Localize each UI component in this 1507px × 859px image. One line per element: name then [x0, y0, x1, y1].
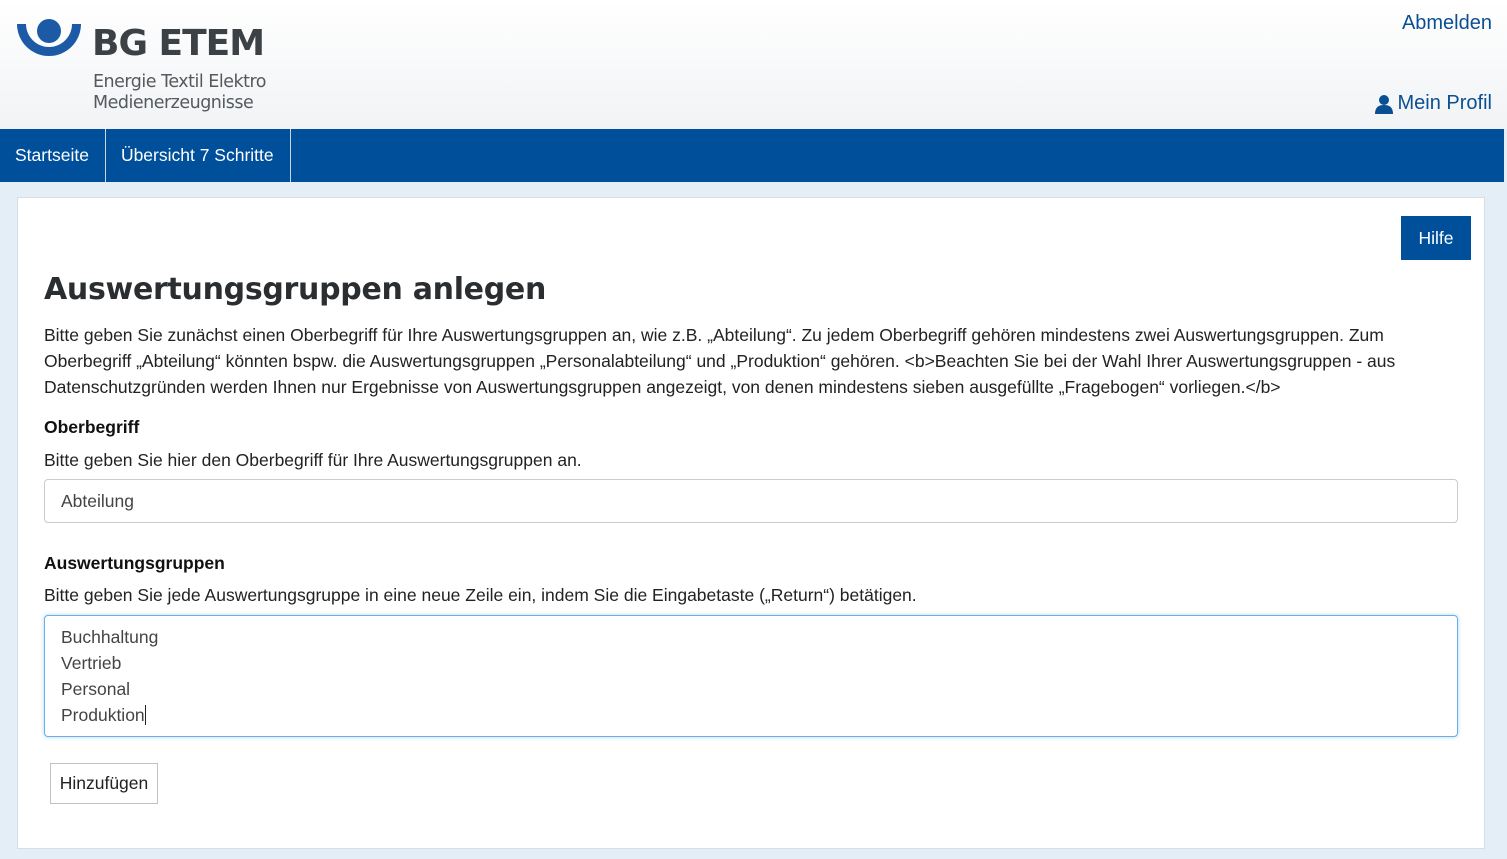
- oberbegriff-hint: Bitte geben Sie hier den Oberbegriff für…: [44, 450, 582, 470]
- logout-link[interactable]: Abmelden: [1402, 12, 1492, 35]
- user-icon: [1374, 94, 1393, 114]
- logo-name: BG ETEM: [92, 23, 265, 64]
- oberbegriff-input[interactable]: Abteilung: [44, 479, 1458, 523]
- text-caret: [144, 705, 146, 725]
- nav-item-uebersicht[interactable]: Übersicht 7 Schritte: [106, 129, 291, 182]
- logo-mark-icon: [17, 19, 81, 56]
- textarea-line: Buchhaltung: [61, 627, 159, 647]
- main-nav: Startseite Übersicht 7 Schritte: [0, 129, 1504, 182]
- intro-text: Bitte geben Sie zunächst einen Oberbegri…: [44, 325, 1396, 397]
- textarea-line: Vertrieb: [61, 653, 122, 673]
- textarea-line-active: Produktion: [61, 702, 1441, 728]
- profile-label: Mein Profil: [1397, 92, 1492, 114]
- textarea-line: Produktion: [61, 705, 145, 725]
- auswertungsgruppen-label: Auswertungsgruppen: [44, 553, 225, 573]
- help-button[interactable]: Hilfe: [1401, 216, 1471, 260]
- nav-item-startseite[interactable]: Startseite: [0, 129, 106, 182]
- add-button[interactable]: Hinzufügen: [50, 763, 158, 804]
- profile-link[interactable]: Mein Profil: [1374, 92, 1492, 115]
- page-title: Auswertungsgruppen anlegen: [44, 272, 547, 307]
- textarea-line: Personal: [61, 679, 131, 699]
- header: BG ETEM Energie Textil Elektro Medienerz…: [0, 0, 1507, 129]
- logo-subtitle: Energie Textil Elektro Medienerzeugnisse: [93, 72, 266, 113]
- content-panel: Hilfe Auswertungsgruppen anlegen Bitte g…: [17, 197, 1485, 849]
- auswertungsgruppen-textarea[interactable]: Buchhaltung Vertrieb Personal Produktion: [44, 615, 1458, 737]
- auswertungsgruppen-hint: Bitte geben Sie jede Auswertungsgruppe i…: [44, 585, 917, 605]
- bg-etem-logo[interactable]: BG ETEM Energie Textil Elektro Medienerz…: [16, 18, 276, 118]
- oberbegriff-label: Oberbegriff: [44, 417, 140, 437]
